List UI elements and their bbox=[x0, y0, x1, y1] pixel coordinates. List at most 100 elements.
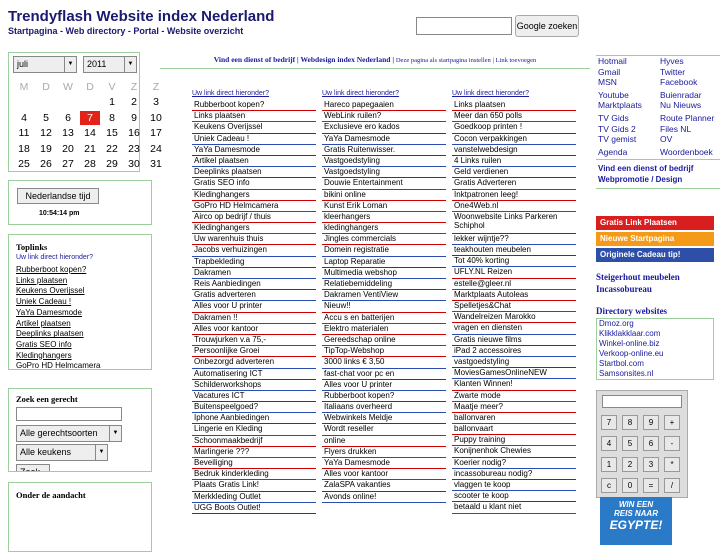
link-item[interactable]: Maatje meer? bbox=[452, 402, 576, 413]
calculator-key[interactable]: 7 bbox=[601, 415, 617, 430]
toplink-item[interactable]: GoPro HD Helmcamera bbox=[16, 361, 100, 369]
link-item[interactable]: online bbox=[322, 436, 446, 447]
link-item[interactable]: Multimedia webshop bbox=[322, 268, 446, 279]
calendar-day[interactable]: 12 bbox=[36, 127, 56, 141]
nav-link[interactable]: Agenda bbox=[596, 147, 658, 158]
link-item[interactable]: Trouwjurken v.a 75,- bbox=[192, 335, 316, 347]
calendar-day[interactable]: 22 bbox=[102, 142, 122, 156]
link-item[interactable]: Jingles commercials bbox=[322, 234, 446, 246]
link-item[interactable]: UFLY.NL Reizen bbox=[452, 267, 576, 279]
toplink-item[interactable]: Kledinghangers bbox=[16, 351, 100, 362]
link-item[interactable]: Artikel plaatsen bbox=[192, 156, 316, 168]
link-item[interactable]: Dakramen bbox=[192, 268, 316, 279]
link-item[interactable]: Wandelreizen Marokko bbox=[452, 312, 576, 324]
column-header-link[interactable]: Uw link direct hieronder? bbox=[322, 90, 446, 100]
calculator-key[interactable]: - bbox=[664, 436, 680, 451]
link-item[interactable]: Konijnenhok Chewies bbox=[452, 446, 576, 458]
calendar-day[interactable]: 19 bbox=[36, 142, 56, 156]
link-item[interactable]: kleerhangers bbox=[322, 212, 446, 224]
link-item[interactable]: vlaggen te koop bbox=[452, 480, 576, 492]
link-item[interactable]: YaYa Damesmode bbox=[322, 458, 446, 470]
link-item[interactable]: 3000 links € 3,50 bbox=[322, 357, 446, 369]
link-item[interactable]: Hareco papegaaien bbox=[322, 100, 446, 112]
link-item[interactable]: Kledinghangers bbox=[192, 223, 316, 235]
nav-link[interactable]: Buienradar bbox=[658, 90, 720, 101]
link-item[interactable]: Rubberboot kopen? bbox=[192, 100, 316, 112]
calculator-key[interactable]: 3 bbox=[643, 457, 659, 472]
calendar-day[interactable]: 6 bbox=[58, 111, 78, 125]
calendar-day[interactable]: 15 bbox=[102, 127, 122, 141]
link-item[interactable]: ZalaSPA vakanties bbox=[322, 480, 446, 492]
time-zone-button[interactable]: Nederlandse tijd bbox=[17, 188, 99, 204]
link-item[interactable]: fast-chat voor pc en bbox=[322, 369, 446, 380]
link-item[interactable]: Spelletjes&Chat bbox=[452, 301, 576, 313]
site-title[interactable]: Trendyflash Website index Nederland bbox=[8, 8, 274, 25]
link-item[interactable]: Dakramen VentiView bbox=[322, 290, 446, 302]
calendar-day[interactable]: 25 bbox=[14, 158, 34, 172]
toplink-item[interactable]: Gratis SEO info bbox=[16, 340, 100, 351]
calculator-key[interactable]: 4 bbox=[601, 436, 617, 451]
link-item[interactable]: Alles voor kantoor bbox=[192, 324, 316, 335]
link-item[interactable]: Accu s en batterijen bbox=[322, 313, 446, 324]
link-item[interactable]: Meer dan 650 polls bbox=[452, 111, 576, 123]
calculator-key[interactable]: c bbox=[601, 478, 617, 493]
nav-link[interactable]: Marktplaats bbox=[596, 100, 658, 111]
link-item[interactable]: Trapbekleding bbox=[192, 257, 316, 268]
link-item[interactable]: Domein registratie bbox=[322, 245, 446, 257]
link-item[interactable]: Airco op bedrijf / thuis bbox=[192, 212, 316, 224]
link-item[interactable]: Bedruk kinderkleding bbox=[192, 469, 316, 481]
link-item[interactable]: vanstelwebdesign bbox=[452, 145, 576, 156]
nav-link[interactable]: Youtube bbox=[596, 90, 658, 101]
directory-link[interactable]: Klikklakklaar.com bbox=[597, 329, 713, 339]
calculator-key[interactable]: 6 bbox=[643, 436, 659, 451]
link-item[interactable]: Buitenspeelgoed? bbox=[192, 402, 316, 414]
link-item[interactable]: estelle@gleer.nl bbox=[452, 279, 576, 290]
link-item[interactable]: Uniek Cadeau ! bbox=[192, 134, 316, 145]
google-search-button[interactable]: Google zoeken bbox=[515, 15, 579, 37]
calendar-day[interactable]: 13 bbox=[58, 127, 78, 141]
nav-link[interactable]: Route Planner bbox=[658, 113, 720, 124]
link-item[interactable]: Onbezorgd adverteren bbox=[192, 357, 316, 369]
link-item[interactable]: Plaats Gratis Link! bbox=[192, 480, 316, 492]
calendar-day[interactable]: 24 bbox=[146, 142, 166, 156]
recipe-search-button[interactable]: Zoek bbox=[16, 464, 50, 471]
recipe-search-input[interactable] bbox=[16, 407, 122, 421]
banner-gratis-link[interactable]: Gratis Link Plaatsen bbox=[596, 216, 714, 230]
nav-link[interactable]: Hyves bbox=[658, 56, 720, 67]
link-item[interactable]: Marlingerie ??? bbox=[192, 447, 316, 458]
nav-link[interactable]: OV bbox=[658, 134, 720, 145]
steigerhout-link[interactable]: Steigerhout meubelen bbox=[596, 271, 680, 283]
link-item[interactable]: Alles voor kantoor bbox=[322, 469, 446, 481]
toplink-item[interactable]: Uniek Cadeau ! bbox=[16, 297, 100, 308]
link-item[interactable]: Gratis Adverteren bbox=[452, 178, 576, 190]
link-item[interactable]: Nieuw!! bbox=[322, 301, 446, 313]
link-item[interactable]: GoPro HD Helmcamera bbox=[192, 201, 316, 212]
dish-type-select[interactable]: Alle gerechtsoorten ▼ bbox=[16, 425, 122, 442]
link-item[interactable]: Wordt reseller bbox=[322, 424, 446, 436]
link-item[interactable]: Puppy training bbox=[452, 435, 576, 447]
link-item[interactable]: Alles voor U printer bbox=[322, 380, 446, 391]
nav-link[interactable]: TV Gids bbox=[596, 113, 658, 124]
link-item[interactable]: Relatiebemiddeling bbox=[322, 279, 446, 291]
link-item[interactable]: Gratis SEO info bbox=[192, 178, 316, 190]
calculator-key[interactable]: 2 bbox=[622, 457, 638, 472]
banner-cadeau-tip[interactable]: Originele Cadeau tip! bbox=[596, 248, 714, 262]
link-item[interactable]: Schoonmaakbedrijf bbox=[192, 436, 316, 447]
link-item[interactable]: TipTop-Webshop bbox=[322, 346, 446, 358]
webpromotion-link[interactable]: Webpromotie / Design bbox=[598, 174, 718, 185]
link-item[interactable]: ballonvaren bbox=[452, 413, 576, 425]
link-item[interactable]: Iphone Aanbiedingen bbox=[192, 413, 316, 425]
calculator-key[interactable]: 5 bbox=[622, 436, 638, 451]
calendar-day[interactable]: 16 bbox=[124, 127, 144, 141]
month-select[interactable]: juli ▼ bbox=[13, 56, 77, 73]
link-item[interactable]: Beveiliging bbox=[192, 458, 316, 470]
egypt-ad-banner[interactable]: WIN EEN REIS NAAR EGYPTE! bbox=[600, 497, 672, 545]
calculator-key[interactable]: * bbox=[664, 457, 680, 472]
calculator-key[interactable]: 1 bbox=[601, 457, 617, 472]
link-item[interactable]: Rubberboot kopen? bbox=[322, 391, 446, 403]
calculator-key[interactable]: 0 bbox=[622, 478, 638, 493]
link-item[interactable]: Gratis nieuwe films bbox=[452, 335, 576, 346]
link-item[interactable]: incassobureau nodig? bbox=[452, 469, 576, 480]
calendar-day[interactable]: 7 bbox=[80, 111, 100, 125]
calendar-day[interactable]: 3 bbox=[146, 96, 166, 110]
